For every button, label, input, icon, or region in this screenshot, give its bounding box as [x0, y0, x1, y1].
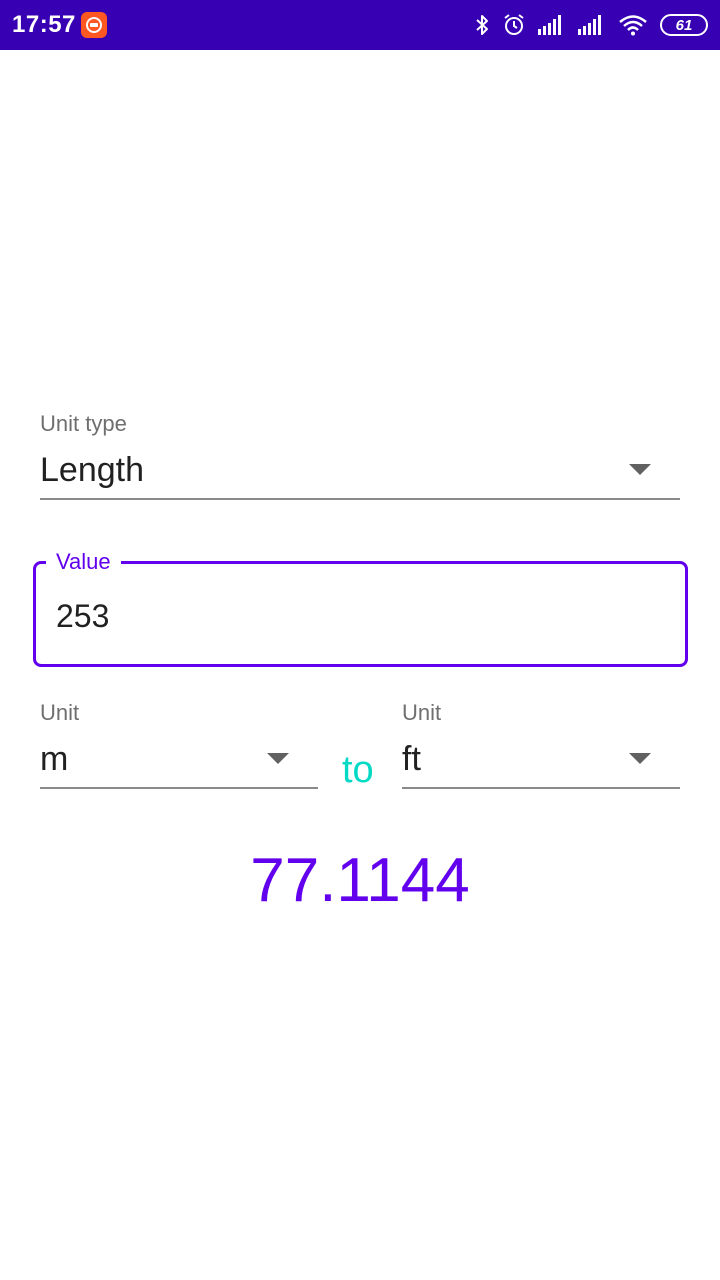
conversion-result: 77.1144 [250, 846, 470, 915]
to-label: to [342, 749, 374, 791]
bluetooth-icon [474, 13, 490, 37]
battery-level: 61 [660, 14, 708, 36]
unit-type-value[interactable]: Length [40, 450, 144, 490]
to-unit-value[interactable]: ft [402, 739, 421, 779]
to-unit-underline [402, 787, 680, 789]
alarm-icon [502, 13, 526, 37]
wifi-icon [618, 14, 648, 36]
status-time: 17:57 [12, 11, 76, 38]
signal-icon [538, 15, 566, 35]
app-notification-icon [81, 12, 107, 38]
signal-icon [578, 15, 606, 35]
battery-icon: 61 [660, 14, 708, 36]
from-unit-value[interactable]: m [40, 739, 68, 779]
chevron-down-icon[interactable] [629, 753, 651, 764]
from-unit-label: Unit [40, 700, 80, 725]
status-bar: 17:57 61 [0, 0, 720, 50]
unit-type-label: Unit type [40, 411, 127, 436]
value-field-label: Value [46, 547, 121, 577]
value-input[interactable] [56, 594, 656, 638]
from-unit-underline [40, 787, 318, 789]
to-unit-label: Unit [402, 700, 442, 725]
chevron-down-icon[interactable] [267, 753, 289, 764]
unit-type-underline [40, 498, 680, 500]
chevron-down-icon[interactable] [629, 464, 651, 475]
status-icons: 61 [462, 11, 708, 39]
